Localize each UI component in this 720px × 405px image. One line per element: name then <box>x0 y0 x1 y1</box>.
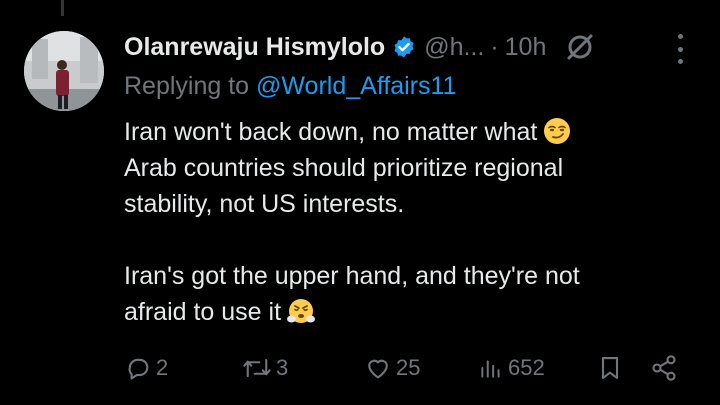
bookmark-icon <box>601 357 619 379</box>
tweet-line: stability, not US interests. <box>124 190 405 218</box>
avatar-photo <box>24 31 104 111</box>
author-handle[interactable]: @h... <box>424 33 484 62</box>
more-options-icon[interactable] <box>668 34 692 64</box>
author-name[interactable]: Olanrewaju Hismylolo <box>124 33 385 62</box>
repost-count: 3 <box>276 355 289 380</box>
share-icon <box>652 355 676 381</box>
smirking-face-emoji-icon <box>543 117 571 145</box>
tweet-actions: 2 3 25 652 <box>124 348 684 388</box>
tweet-line: afraid to use it <box>124 294 684 330</box>
repost-icon <box>243 358 271 378</box>
face-with-steam-from-nose-emoji-icon <box>287 297 316 325</box>
tweet-line: Iran won't back down, no matter what <box>124 114 684 150</box>
separator-dot: · <box>490 32 499 61</box>
views-button[interactable]: 652 <box>478 348 545 388</box>
like-count: 25 <box>396 355 421 380</box>
replying-to-mention[interactable]: @World_Affairs11 <box>256 72 456 100</box>
tweet-text: Iran won't back down, no matter what Ara… <box>124 114 684 330</box>
share-button[interactable] <box>650 348 678 388</box>
grok-icon[interactable] <box>564 31 596 63</box>
replying-to-label: Replying to <box>124 72 250 100</box>
tweet-header: Olanrewaju Hismylolo @h... · 10h <box>124 30 596 64</box>
heart-icon <box>368 359 388 379</box>
view-count: 652 <box>508 355 545 380</box>
timestamp[interactable]: 10h <box>505 33 547 62</box>
thread-connector-line <box>61 0 64 16</box>
replying-to: Replying to @World_Affairs11 <box>124 72 457 101</box>
repost-button[interactable]: 3 <box>242 348 288 388</box>
tweet-line: Arab countries should prioritize regiona… <box>124 154 564 182</box>
avatar[interactable] <box>24 31 104 111</box>
analytics-icon <box>481 360 500 378</box>
verified-badge-icon <box>392 35 416 59</box>
tweet-line: Iran's got the upper hand, and they're n… <box>124 262 580 290</box>
like-button[interactable]: 25 <box>364 348 420 388</box>
reply-button[interactable]: 2 <box>124 348 168 388</box>
reply-count: 2 <box>156 355 169 380</box>
bookmark-button[interactable] <box>596 348 624 388</box>
reply-icon <box>128 358 149 380</box>
